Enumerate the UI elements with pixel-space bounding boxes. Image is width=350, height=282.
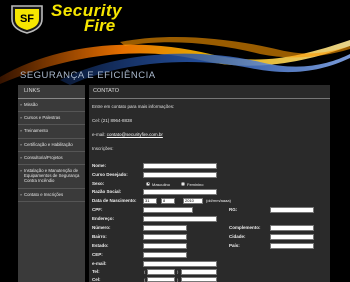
label-feminino: Feminino xyxy=(187,181,204,187)
label-curso: Curso Desejado: xyxy=(92,172,128,177)
cel-ddd-input[interactable] xyxy=(147,277,175,282)
security-fire-logo-icon: SF xyxy=(11,5,43,34)
content-panel: CONTATO xyxy=(89,85,330,282)
tel-number-input[interactable] xyxy=(181,269,217,275)
label-email: e-mail: xyxy=(92,261,107,266)
label-endereco: Endereço: xyxy=(92,216,115,221)
label-complemento: Complemento: xyxy=(229,225,261,230)
label-bairro: Bairro: xyxy=(92,234,107,239)
sidebar-menu: Missão Cursos e Palestras Treinamento Ce… xyxy=(18,99,85,202)
tel-paren-close: ) xyxy=(177,269,179,274)
date-format-hint: (dd/mm/aaaa) xyxy=(206,198,231,203)
numero-input[interactable] xyxy=(143,225,187,231)
contact-email-line: e-mail: contato@securityfire.com.br xyxy=(92,132,163,137)
cep-input[interactable] xyxy=(143,252,187,258)
cidade-input[interactable] xyxy=(270,234,314,240)
label-nascimento: Data de Nascimento: xyxy=(92,198,137,203)
nome-input[interactable] xyxy=(143,163,217,169)
estado-input[interactable] xyxy=(143,243,187,249)
email-label: e-mail: xyxy=(92,132,107,137)
label-numero: Número: xyxy=(92,225,111,230)
endereco-input[interactable] xyxy=(143,216,217,222)
label-razao-social: Razão Social: xyxy=(92,189,122,194)
contact-intro: Entre em contato para mais informações: xyxy=(92,104,175,109)
tagline: SEGURANÇA E EFICIÊNCIA xyxy=(20,70,156,81)
content-title: CONTATO xyxy=(89,85,330,99)
sidebar-item-treinamento[interactable]: Treinamento xyxy=(18,125,85,139)
header: SF Security Fire SEGURANÇA E EFICIÊNCIA xyxy=(0,0,350,85)
label-estado: Estado: xyxy=(92,243,109,248)
rg-input[interactable] xyxy=(270,207,314,213)
bairro-input[interactable] xyxy=(143,234,187,240)
svg-text:SF: SF xyxy=(20,13,34,25)
sidebar: LINKS Missão Cursos e Palestras Treiname… xyxy=(18,85,85,282)
curso-input[interactable] xyxy=(143,172,217,178)
pais-input[interactable] xyxy=(270,243,314,249)
cpf-input[interactable] xyxy=(143,207,193,213)
label-nome: Nome: xyxy=(92,163,107,168)
label-cidade: Cidade: xyxy=(229,234,246,239)
label-pais: País: xyxy=(229,243,240,248)
email-input[interactable] xyxy=(143,261,217,267)
razao-social-input[interactable] xyxy=(143,189,217,195)
tel-paren-open: ( xyxy=(144,269,146,274)
label-tel: Tel: xyxy=(92,269,100,274)
sidebar-item-contato[interactable]: Contato e Inscrições xyxy=(18,189,85,202)
tel-ddd-input[interactable] xyxy=(147,269,175,275)
year-select[interactable]: 2010 xyxy=(183,197,203,204)
cel-paren-close: ) xyxy=(177,277,179,282)
sidebar-title: LINKS xyxy=(18,85,85,99)
label-cpf: CPF: xyxy=(92,207,103,212)
month-select[interactable]: 8 xyxy=(161,197,175,204)
logo-wordmark: Security Fire xyxy=(51,2,122,34)
email-link[interactable]: contato@securityfire.com.br xyxy=(107,132,163,137)
cel-number-input[interactable] xyxy=(181,277,217,282)
sidebar-item-missao[interactable]: Missão xyxy=(18,99,85,113)
label-sexo: Sexo: xyxy=(92,181,105,186)
day-select[interactable]: 31 xyxy=(143,197,157,204)
label-masculino: Masculino xyxy=(152,181,171,187)
sidebar-item-consultoria[interactable]: Consultoria/Projetos xyxy=(18,152,85,166)
label-rg: RG: xyxy=(229,207,238,212)
label-cel: Cel: xyxy=(92,277,101,282)
sidebar-item-instalacao[interactable]: Instalação e Manutenção de Equipamentos … xyxy=(18,165,85,189)
cel-paren-open: ( xyxy=(144,277,146,282)
label-cep: CEP: xyxy=(92,252,103,257)
contact-phone: Cel: (21) 8964-8838 xyxy=(92,118,133,123)
radio-feminino[interactable] xyxy=(181,181,185,186)
section-inscricoes: Inscrições: xyxy=(92,146,114,151)
sidebar-item-cursos[interactable]: Cursos e Palestras xyxy=(18,112,85,126)
sidebar-item-certificacao[interactable]: Certificação e Habilitação xyxy=(18,139,85,152)
complemento-input[interactable] xyxy=(270,225,314,231)
radio-masculino[interactable] xyxy=(146,181,150,186)
